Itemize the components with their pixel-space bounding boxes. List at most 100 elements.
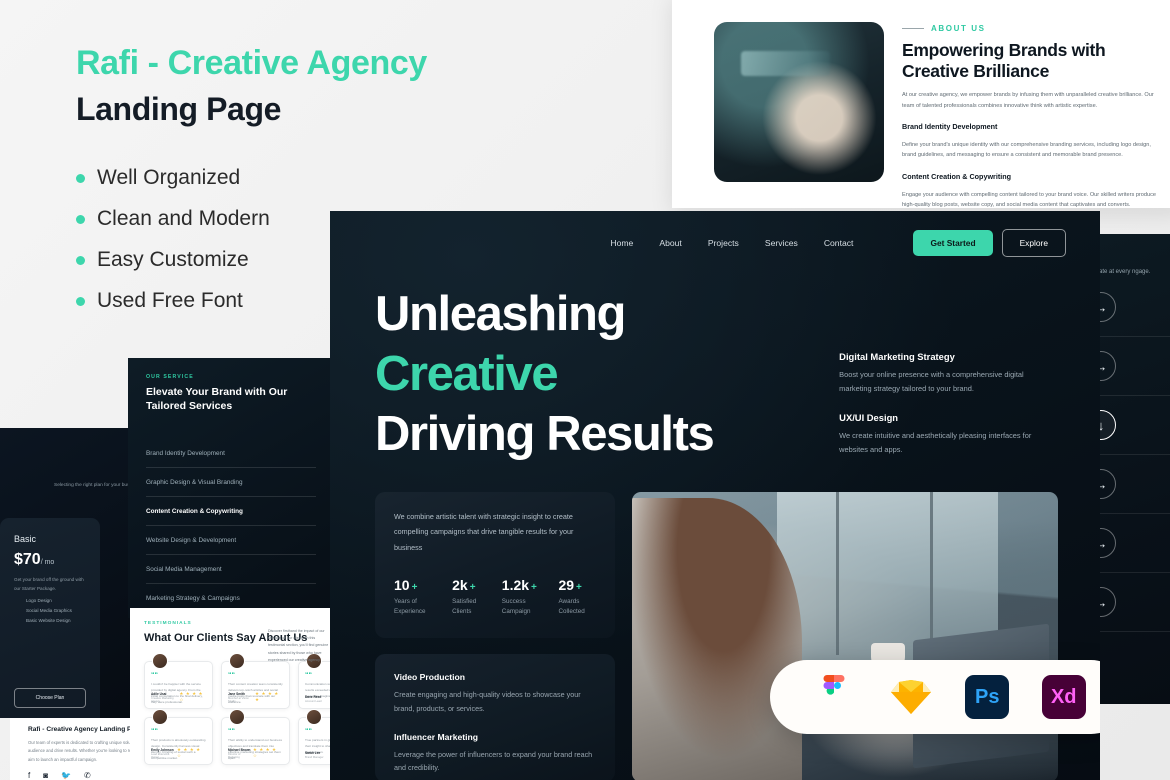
about-section-mockup: ABOUT US Empowering Brands with Creative… xyxy=(672,0,1170,208)
plan-description: Get your brand off the ground with our S… xyxy=(14,577,84,591)
stat-item: 2k + Satisfied Clients xyxy=(452,577,487,618)
facebook-icon[interactable]: f xyxy=(28,771,30,780)
about-subsection-body: Engage your audience with compelling con… xyxy=(902,191,1157,208)
quote-icon: ““ xyxy=(151,672,158,680)
whatsapp-icon[interactable]: ✆ xyxy=(84,771,91,780)
design-tools-pill: Ps Xd xyxy=(770,660,1100,734)
promo-block: Rafi - Creative Agency Landing Page Well… xyxy=(76,44,546,330)
service-card-body: Leverage the power of influencers to exp… xyxy=(394,749,593,773)
testimonial-card: ““ Their ability to understand our busin… xyxy=(221,709,290,766)
testimonial-card: ““ Their content creation team consisten… xyxy=(221,653,290,710)
stat-label: Satisfied Clients xyxy=(452,597,477,616)
list-item: Used Free Font xyxy=(76,289,546,313)
window-mullion xyxy=(930,492,934,655)
promo-subtitle: Landing Page xyxy=(76,91,281,128)
nav-item-services[interactable]: Services xyxy=(765,238,798,248)
service-item-active[interactable]: Content Creation & Copywriting xyxy=(146,497,316,527)
service-card-body: Create engaging and high-quality videos … xyxy=(394,690,581,713)
promo-feature-label: Easy Customize xyxy=(97,248,249,272)
about-subsection-body: Define your brand's unique identity with… xyxy=(902,141,1151,159)
hero-side-blocks: Digital Marketing Strategy Boost your on… xyxy=(839,285,1058,464)
nav-item-projects[interactable]: Projects xyxy=(708,238,739,248)
stats-lead-text: We combine artistic talent with strategi… xyxy=(394,512,574,552)
quote-icon: ““ xyxy=(228,728,235,736)
star-rating: ★ ★ ★ ★ ☆ xyxy=(252,747,277,759)
quote-icon: ““ xyxy=(151,728,158,736)
testimonial-role: Creative Marketing Agency xyxy=(151,697,174,704)
avatar xyxy=(306,709,322,726)
promo-feature-list: Well Organized Clean and Modern Easy Cus… xyxy=(76,166,546,313)
plan-price: $70 xyxy=(14,551,41,568)
nav-item-about[interactable]: About xyxy=(659,238,681,248)
plan-feature: Social Media Graphics xyxy=(26,608,72,614)
nav-item-home[interactable]: Home xyxy=(610,238,633,248)
hero-block-title: UX/UI Design xyxy=(839,412,899,424)
testimonial-name: Emily Johnson xyxy=(151,748,174,753)
stat-plus: + xyxy=(411,581,418,593)
twitter-icon[interactable]: 🐦 xyxy=(61,771,71,780)
hero-block-body: Boost your online presence with a compre… xyxy=(839,370,1024,393)
get-started-button[interactable]: Get Started xyxy=(913,230,993,256)
choose-plan-button[interactable]: Choose Plan xyxy=(14,688,86,708)
stat-value: 29 xyxy=(558,576,575,593)
promo-feature-label: Well Organized xyxy=(97,166,241,190)
photoshop-label: Ps xyxy=(965,675,1010,719)
list-item: Well Organized xyxy=(76,166,546,190)
testimonial-role: Lead Executive Owner xyxy=(151,753,170,760)
hero-photo xyxy=(632,492,1058,780)
promo-feature-label: Clean and Modern xyxy=(97,207,270,231)
service-item[interactable]: Social Media Management xyxy=(146,555,316,585)
avatar xyxy=(229,709,245,726)
service-card-title: Influencer Marketing xyxy=(394,731,479,742)
service-item-list: Brand Identity Development Graphic Desig… xyxy=(146,439,316,614)
bullet-icon xyxy=(76,255,85,265)
photoshop-logo: Ps xyxy=(964,674,1010,720)
quote-icon: ““ xyxy=(228,672,235,680)
figma-logo xyxy=(811,674,857,720)
nav-item-contact[interactable]: Contact xyxy=(824,238,854,248)
xd-logo: Xd xyxy=(1041,674,1087,720)
testimonial-name: Jane Smith xyxy=(228,692,246,697)
avatar xyxy=(229,653,245,670)
hero-block-body: We create intuitive and aesthetically pl… xyxy=(839,431,1032,455)
testimonial-role: Brand Manager xyxy=(305,756,324,760)
stat-value: 2k xyxy=(452,576,468,593)
instagram-icon[interactable]: ◙ xyxy=(43,771,48,780)
plan-feature: Logo Design xyxy=(26,598,52,604)
xd-label: Xd xyxy=(1041,675,1086,719)
service-item[interactable]: Website Design & Development xyxy=(146,526,316,556)
testimonial-role: Account Lead xyxy=(305,700,322,704)
plan-name: Basic xyxy=(14,534,37,544)
testimonial-name: Dave Reed xyxy=(305,695,322,700)
services-card: Video Production Create engaging and hig… xyxy=(375,654,615,780)
stat-label: Success Campaign xyxy=(501,597,531,616)
testimonial-card: ““ I couldn't be happier with the servic… xyxy=(144,653,213,710)
explore-button[interactable]: Explore xyxy=(1001,229,1066,257)
bullet-icon xyxy=(76,296,85,306)
stats-row: 10 + Years of Experience 2k + Satisfied Cl… xyxy=(394,577,596,618)
stat-item: 29 + Awards Collected xyxy=(558,577,596,618)
testimonials-eyebrow: TESTIMONIALS xyxy=(144,621,192,626)
stat-value: 10 xyxy=(394,576,410,593)
promo-feature-label: Used Free Font xyxy=(97,289,243,313)
avatar xyxy=(152,709,168,726)
avatar xyxy=(152,653,168,670)
testimonial-name: Michael Brown xyxy=(228,748,251,753)
service-item[interactable]: Graphic Design & Visual Branding xyxy=(146,468,316,498)
stat-plus: + xyxy=(531,581,537,593)
star-rating: ★ ★ ★ ★ ☆ xyxy=(179,691,204,703)
list-item: Clean and Modern xyxy=(76,207,546,231)
bullet-icon xyxy=(76,214,85,224)
stat-plus: + xyxy=(576,581,582,593)
stat-plus: + xyxy=(469,581,476,593)
about-subsection-title: Content Creation & Copywriting xyxy=(902,171,1012,181)
plan-period: / mo xyxy=(40,559,55,566)
service-item[interactable]: Brand Identity Development xyxy=(146,439,316,469)
about-subsection-title: Brand Identity Development xyxy=(902,121,998,131)
star-rating: ★ ★ ★ ★ ☆ xyxy=(176,747,201,759)
stat-label: Awards Collected xyxy=(558,597,585,616)
stat-item: 1.2k + Success Campaign xyxy=(502,577,544,618)
nav-links: Home About Projects Services Contact xyxy=(610,238,853,248)
plan-feature: Basic Website Design xyxy=(26,618,71,624)
poster-canvas: Rafi - Creative Agency Landing Page Well… xyxy=(0,0,1170,780)
